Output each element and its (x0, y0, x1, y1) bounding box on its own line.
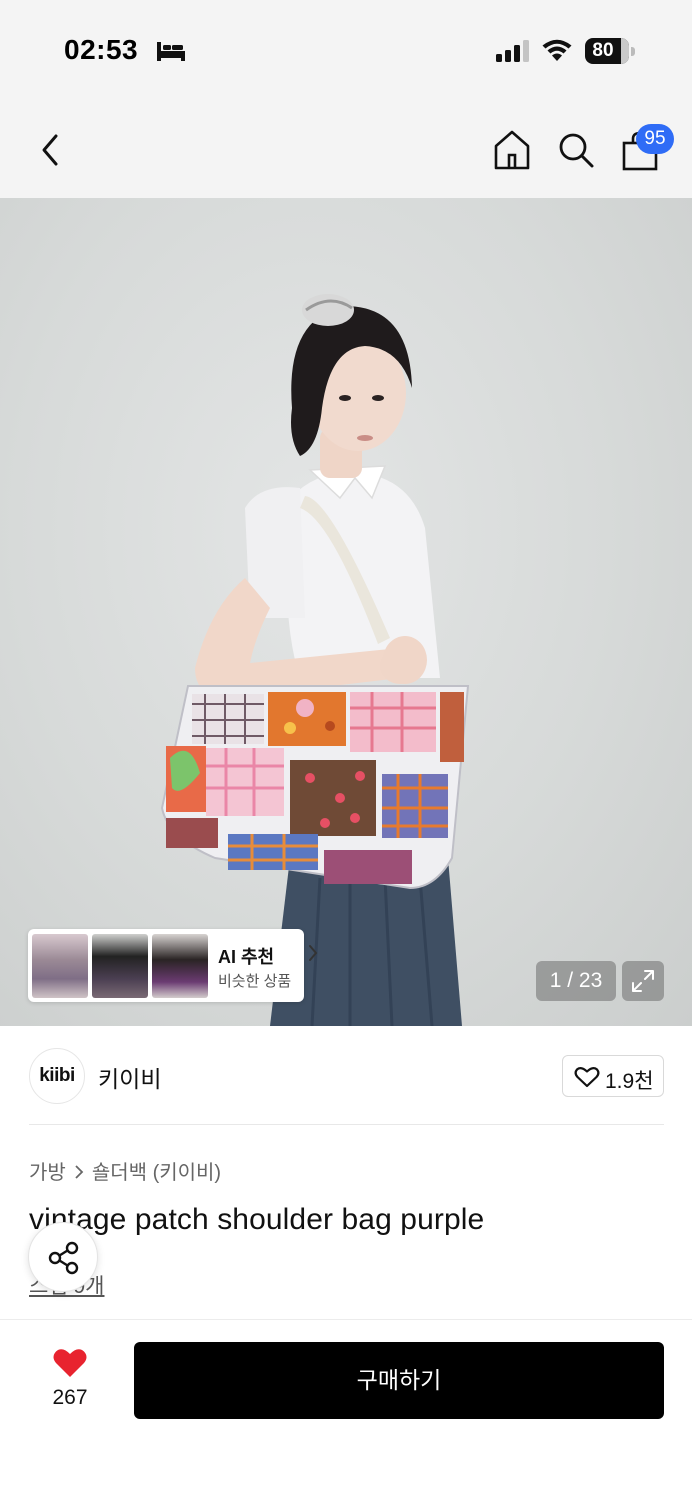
battery-indicator: 80 (585, 38, 635, 64)
wifi-icon (542, 39, 572, 61)
ai-recommend-subtitle: 비슷한 상품 (218, 973, 292, 990)
bed-icon (157, 42, 185, 61)
breadcrumb-subcategory[interactable]: 숄더백 (키이비) (92, 1162, 221, 1184)
signal-icon (496, 40, 529, 62)
ai-thumb-2 (92, 934, 148, 998)
back-chevron-icon[interactable] (34, 130, 66, 170)
status-bar: 02:53 80 (0, 0, 692, 100)
status-time: 02:53 (64, 34, 139, 65)
heart-filled-icon[interactable] (52, 1347, 88, 1379)
heart-outline-icon (574, 1067, 600, 1088)
ai-thumb-1 (32, 934, 88, 998)
ai-thumb-3 (152, 934, 208, 998)
expand-icon (632, 970, 654, 992)
brand-logo[interactable]: kiibi (29, 1048, 85, 1104)
chevron-right-icon (309, 945, 318, 961)
buy-button[interactable]: 구매하기 (134, 1342, 664, 1419)
cart-count-badge: 95 (636, 124, 674, 154)
model-photo (160, 294, 470, 1026)
product-image[interactable]: AI 추천 비슷한 상품 1 / 23 (0, 198, 692, 1026)
home-icon[interactable] (492, 128, 532, 172)
wish-count: 267 (52, 1386, 88, 1409)
image-counter: 1 / 23 (536, 961, 616, 1001)
product-title: vintage patch shoulder bag purple (29, 1203, 485, 1236)
divider (29, 1124, 664, 1125)
search-icon[interactable] (556, 130, 596, 170)
expand-button[interactable] (622, 961, 664, 1001)
share-icon (48, 1241, 79, 1275)
brand-like-count: 1.9천 (605, 1070, 654, 1093)
brand-like-button[interactable]: 1.9천 (562, 1055, 664, 1097)
battery-level: 80 (592, 40, 614, 61)
breadcrumb: 가방 숄더백 (키이비) (29, 1156, 221, 1185)
share-button[interactable] (28, 1222, 98, 1292)
nav-bar (0, 100, 692, 198)
brand-name[interactable]: 키이비 (98, 1060, 161, 1094)
ai-recommend-card[interactable]: AI 추천 비슷한 상품 (28, 929, 318, 1002)
ai-recommend-title: AI 추천 (218, 947, 275, 967)
chevron-right-icon (75, 1165, 84, 1179)
breadcrumb-category[interactable]: 가방 (29, 1162, 66, 1184)
